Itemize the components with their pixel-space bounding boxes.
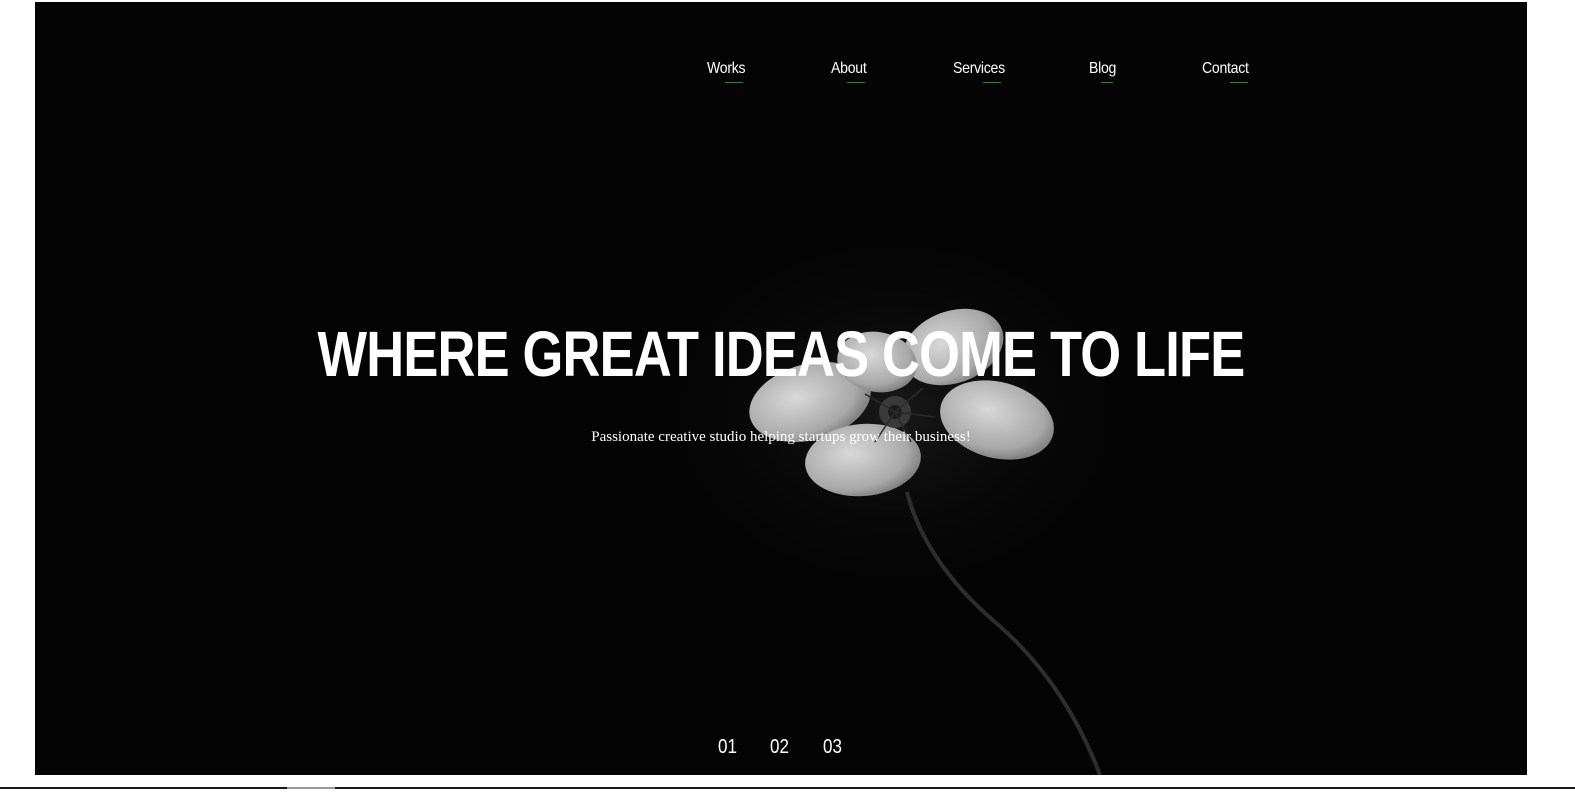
nav-link-about[interactable]: About xyxy=(831,58,867,80)
nav-link-contact[interactable]: Contact xyxy=(1202,58,1249,80)
nav-link-works[interactable]: Works xyxy=(707,58,746,80)
horizontal-scrollbar-thumb[interactable] xyxy=(287,787,335,789)
main-navigation: Works About Services Blog Contact xyxy=(35,58,1527,90)
page-bottom-border xyxy=(0,787,1575,789)
nav-underline-about xyxy=(847,82,865,83)
nav-link-blog[interactable]: Blog xyxy=(1089,58,1116,80)
slide-pager-03[interactable]: 03 xyxy=(823,734,842,760)
slide-pager-02[interactable]: 02 xyxy=(770,734,789,760)
hero-slider: Works About Services Blog Contact WHERE … xyxy=(35,2,1527,775)
nav-underline-contact xyxy=(1230,82,1248,83)
nav-underline-blog xyxy=(1101,82,1113,83)
slide-pagination: 01 02 03 xyxy=(35,734,1527,760)
nav-underline-services xyxy=(983,82,1001,83)
slide-pager-01[interactable]: 01 xyxy=(718,734,737,760)
hero-subtitle: Passionate creative studio helping start… xyxy=(591,429,971,445)
nav-link-services[interactable]: Services xyxy=(953,58,1005,80)
nav-underline-works xyxy=(725,82,743,83)
hero-headline: WHERE GREAT IDEAS COME TO LIFE xyxy=(317,318,1246,390)
